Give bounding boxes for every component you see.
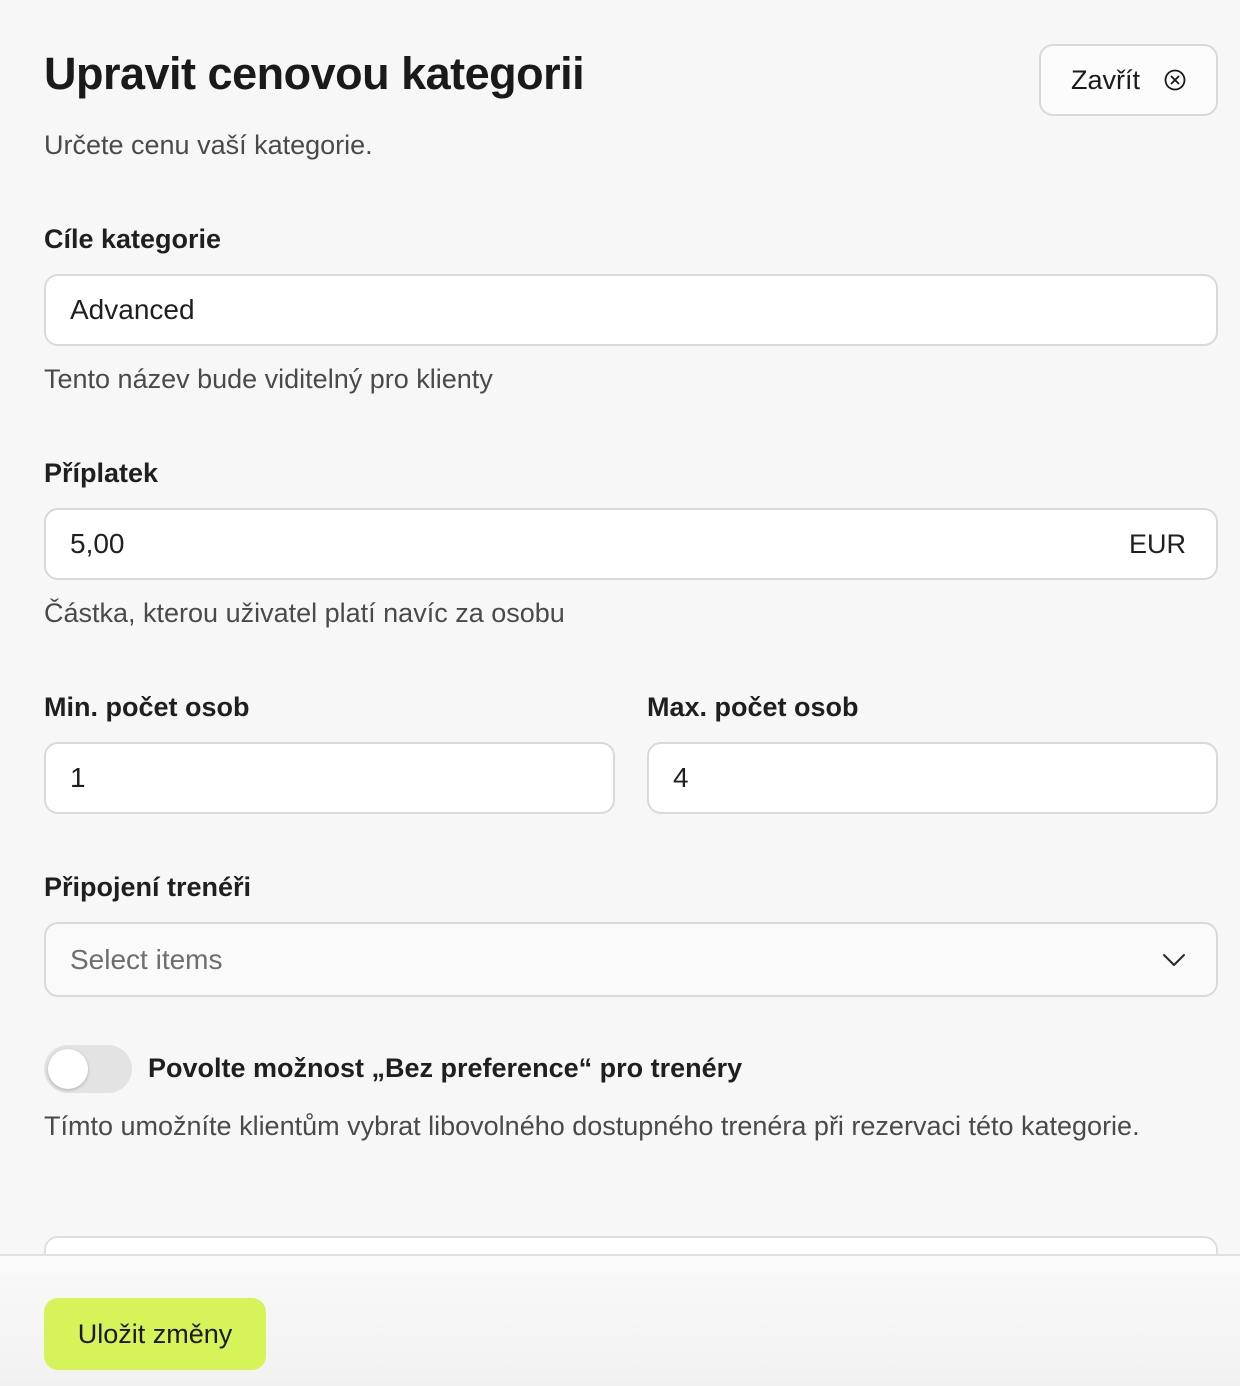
toggle-knob (48, 1049, 88, 1089)
max-persons-value: 4 (673, 762, 689, 793)
surcharge-value: 5,00 (70, 528, 125, 559)
max-persons-label: Max. počet osob (647, 692, 859, 722)
no-preference-toggle[interactable] (44, 1045, 132, 1093)
trainers-placeholder: Select items (70, 943, 223, 975)
close-button-label: Zavřít (1070, 64, 1140, 95)
max-persons-input[interactable]: 4 (647, 742, 1218, 814)
page-subtitle: Určete cenu vaší kategorie. (44, 130, 373, 160)
no-preference-help: Tímto umožníte klientům vybrat libovolné… (44, 1111, 1140, 1141)
trainers-label: Připojení trenéři (44, 872, 252, 902)
min-persons-label: Min. počet osob (44, 692, 250, 722)
save-changes-button[interactable]: Uložit změny (44, 1298, 266, 1370)
min-persons-input[interactable]: 1 (44, 742, 615, 814)
category-name-help: Tento název bude viditelný pro klienty (44, 364, 493, 394)
min-persons-value: 1 (70, 762, 86, 793)
close-button[interactable]: Zavřít (1039, 44, 1218, 116)
surcharge-label: Příplatek (44, 458, 159, 488)
category-name-input[interactable]: Advanced (44, 274, 1218, 346)
surcharge-help: Částka, kterou uživatel platí navíc za o… (44, 598, 565, 628)
page-title: Upravit cenovou kategorii (44, 48, 585, 99)
trainers-select[interactable]: Select items (44, 922, 1218, 997)
circle-x-icon (1164, 69, 1186, 91)
currency-suffix: EUR (1128, 528, 1186, 559)
edit-price-category-panel: Upravit cenovou kategorii Zavřít Určete … (0, 0, 1240, 1386)
footer-bar: Uložit změny (0, 1254, 1240, 1386)
chevron-down-icon (1162, 953, 1186, 967)
surcharge-input[interactable]: 5,00 EUR (44, 508, 1218, 580)
category-name-value: Advanced (70, 294, 195, 325)
category-name-label: Cíle kategorie (44, 224, 222, 254)
no-preference-label: Povolte možnost „Bez preference“ pro tre… (148, 1053, 743, 1083)
